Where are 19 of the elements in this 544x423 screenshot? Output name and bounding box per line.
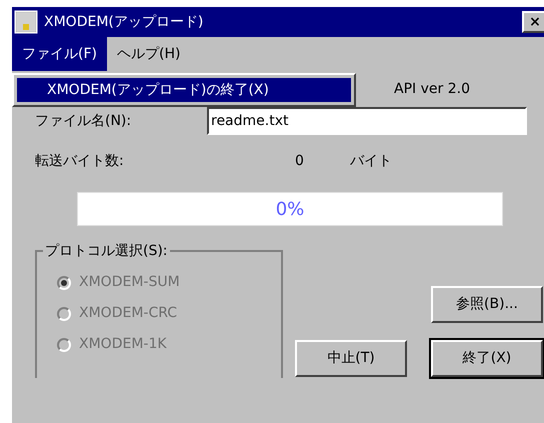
- version-text: API ver 2.0: [394, 80, 470, 99]
- unit-label: バイト: [350, 152, 392, 171]
- menu-item[interactable]: ファイル(F): [12, 37, 107, 71]
- field-label: ファイル名(N):: [35, 112, 132, 130]
- radio-label: XMODEM-CRC: [79, 304, 178, 323]
- menu-entry[interactable]: XMODEM(アップロード)の終了(X): [17, 78, 351, 102]
- window-title: XMODEM(アップロード): [44, 12, 204, 32]
- radio-label: XMODEM-1K: [79, 335, 167, 354]
- dialog-button[interactable]: 参照(B)...: [431, 286, 543, 323]
- app-icon: [14, 10, 38, 34]
- close-button[interactable]: ×: [522, 11, 544, 33]
- dialog-button[interactable]: 中止(T): [295, 340, 407, 377]
- progress-reading: 0%: [274, 198, 306, 222]
- radio-label: XMODEM-SUM: [79, 273, 180, 292]
- field-label: 転送バイト数:: [35, 152, 125, 171]
- dialog-button[interactable]: 終了(X): [431, 340, 543, 377]
- file-name-field[interactable]: readme.txt: [207, 107, 527, 135]
- byte-count: 0: [295, 152, 305, 171]
- menu-item[interactable]: ヘルプ(H): [106, 37, 190, 71]
